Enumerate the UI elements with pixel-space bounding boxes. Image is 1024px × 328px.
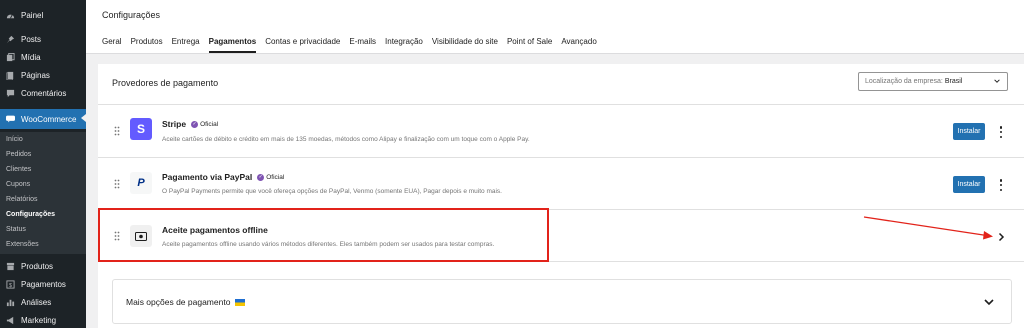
location-label: Localização da empresa: [865,78,943,85]
submenu-item-relatorios[interactable]: Relatórios [6,196,38,203]
menu-item-label: Painel [21,10,44,20]
pages-icon [6,71,15,80]
menu-item-label: Produtos [21,261,54,271]
annotation-arrow [863,216,993,240]
menu-item-label: Páginas [21,70,50,80]
menu-item-label: WooCommerce [21,114,77,124]
tab-avancado[interactable]: Avançado [561,37,596,53]
active-indicator [81,114,86,122]
stripe-logo: S [130,118,152,140]
dashboard-icon [6,11,15,20]
more-options-icon[interactable] [998,126,1004,138]
submenu-item-inicio[interactable]: Início [6,136,23,143]
menu-item-posts[interactable]: Posts [0,30,86,48]
more-payment-options[interactable]: Mais opções de pagamento [112,279,1012,324]
settings-tabs: Geral Produtos Entrega Pagamentos Contas… [102,37,597,53]
verified-icon: ✓ [191,120,199,128]
submenu-item-pedidos[interactable]: Pedidos [6,151,31,158]
page-title: Configurações [102,10,161,20]
menu-item-pagamentos[interactable]: $ Pagamentos [0,275,86,293]
provider-description: Aceite cartões de débito e crédito em ma… [162,136,530,143]
provider-description: O PayPal Payments permite que você ofere… [162,188,502,195]
menu-item-label: Pagamentos [21,279,66,289]
drag-handle-icon[interactable] [114,126,120,136]
money-icon: $ [6,279,15,289]
tab-visibilidade-site[interactable]: Visibilidade do site [432,37,498,53]
settings-header: Configurações Geral Produtos Entrega Pag… [86,0,1024,54]
menu-item-paginas[interactable]: Páginas [0,66,86,84]
media-icon [6,52,15,62]
verified-icon: ✓ [257,173,265,181]
svg-text:$: $ [9,282,12,288]
submenu-item-status[interactable]: Status [6,226,26,233]
menu-item-painel[interactable]: Painel [0,6,86,24]
woocommerce-submenu: Início Pedidos Clientes Cupons Relatório… [0,132,86,254]
provider-name: Pagamento via PayPal ✓ Oficial [162,172,285,182]
flag-icon [235,298,246,306]
menu-item-label: Posts [21,34,42,44]
tab-contas-privacidade[interactable]: Contas e privacidade [265,37,340,53]
submenu-item-cupons[interactable]: Cupons [6,181,30,188]
tab-entrega[interactable]: Entrega [172,37,200,53]
menu-item-label: Análises [21,297,52,307]
admin-sidebar: Painel Posts Mídia Páginas Comentários W… [0,0,86,328]
tab-pagamentos[interactable]: Pagamentos [208,37,256,53]
menu-item-woocommerce[interactable]: WooCommerce [0,109,86,129]
menu-item-midia[interactable]: Mídia [0,48,86,66]
tab-produtos[interactable]: Produtos [131,37,163,53]
archive-icon [6,262,15,271]
comments-icon [6,89,15,98]
megaphone-icon [6,316,15,325]
menu-item-analises[interactable]: Análises [0,293,86,311]
menu-item-comentarios[interactable]: Comentários [0,84,86,102]
more-options-icon[interactable] [998,179,1004,191]
provider-row-paypal: P Pagamento via PayPal ✓ Oficial O PayPa… [98,157,1024,209]
provider-row-stripe: S Stripe ✓ Oficial Aceite cartões de déb… [98,104,1024,157]
tab-geral[interactable]: Geral [102,37,122,53]
menu-item-produtos[interactable]: Produtos [0,257,86,275]
submenu-item-configuracoes[interactable]: Configurações [6,211,55,218]
tab-point-of-sale[interactable]: Point of Sale [507,37,552,53]
tab-integracao[interactable]: Integração [385,37,423,53]
panel-title: Provedores de pagamento [112,78,219,88]
install-button[interactable]: Instalar [953,123,985,140]
submenu-item-clientes[interactable]: Clientes [6,166,31,173]
menu-item-marketing[interactable]: Marketing [0,311,86,328]
tab-emails[interactable]: E-mails [349,37,376,53]
woo-icon [6,115,15,124]
menu-item-label: Marketing [21,315,57,325]
chevron-down-icon [994,79,1000,83]
provider-name: Stripe ✓ Oficial [162,119,219,129]
business-location-select[interactable]: Localização da empresa: Brasil [858,72,1008,91]
drag-handle-icon[interactable] [114,179,120,189]
location-value: Brasil [944,78,963,85]
install-button[interactable]: Instalar [953,176,985,193]
chevron-down-icon[interactable] [983,296,995,308]
official-badge: ✓ Oficial [257,173,285,181]
chart-icon [6,298,15,307]
submenu-item-extensoes[interactable]: Extensões [6,241,39,248]
more-options-title: Mais opções de pagamento [126,297,246,307]
annotation-highlight-box [98,208,549,262]
pin-icon [6,35,15,44]
menu-item-label: Mídia [21,52,41,62]
menu-item-label: Comentários [21,88,67,98]
official-badge: ✓ Oficial [191,120,219,128]
paypal-logo: P [130,172,152,194]
